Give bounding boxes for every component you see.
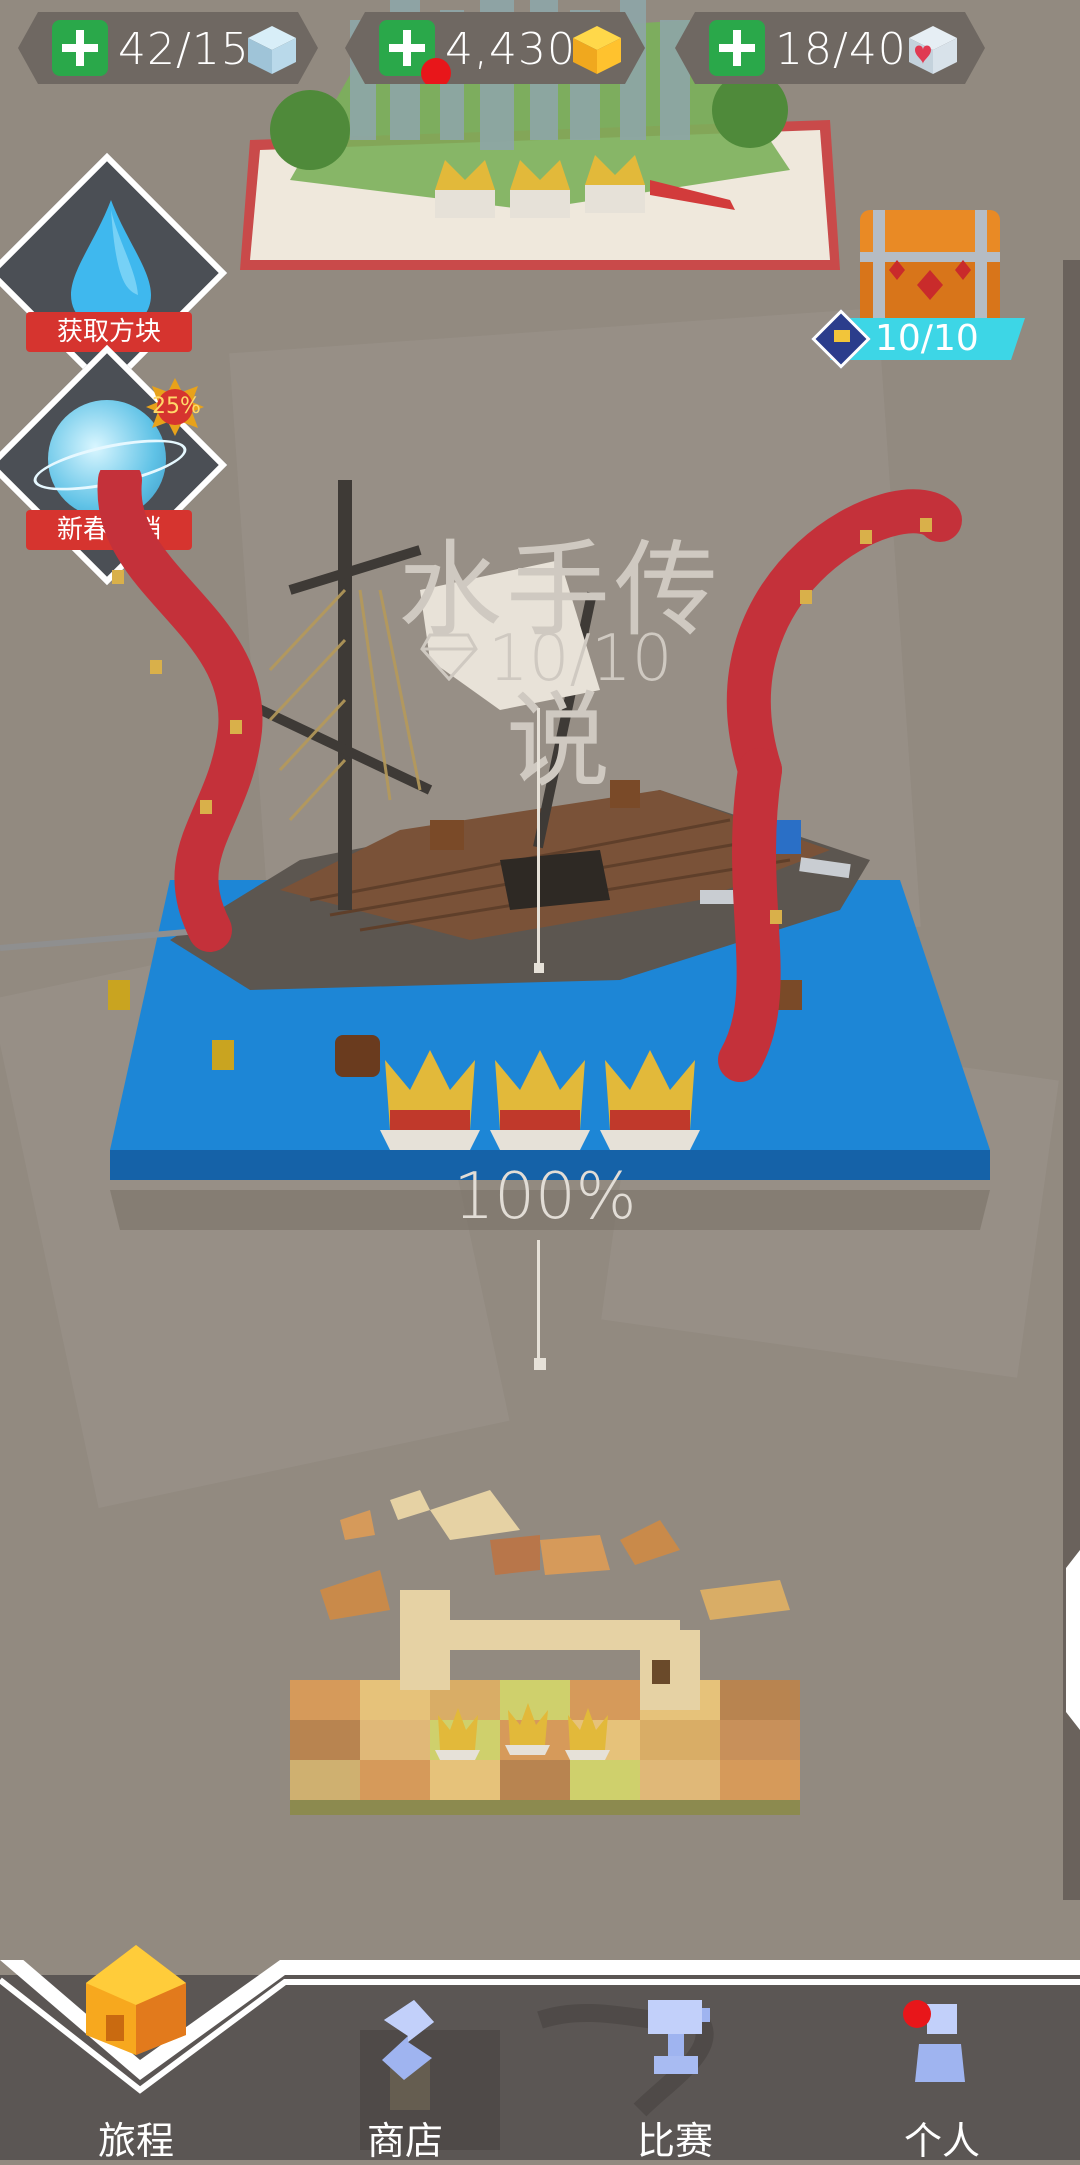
desert-island-image[interactable] — [280, 1480, 820, 1820]
house-icon — [86, 1945, 186, 2055]
trophy-icon — [648, 2000, 710, 2074]
diamond-icon — [420, 633, 478, 681]
side-scroll-handle[interactable] — [1066, 1550, 1080, 1730]
progress-node — [534, 963, 544, 973]
blocks-count: 42/15 — [118, 24, 250, 75]
progress-line-top — [537, 708, 540, 973]
nav-profile[interactable]: 个人 — [862, 2110, 1022, 2165]
crown-icon — [834, 330, 850, 342]
progress-node — [534, 1358, 546, 1370]
nav-contest[interactable]: 比赛 — [595, 2110, 755, 2165]
add-blocks-button[interactable] — [52, 20, 108, 76]
treasure-chest-icon[interactable] — [855, 200, 1005, 330]
nav-shop[interactable]: 商店 — [325, 2110, 485, 2165]
shop-icon — [382, 2000, 434, 2080]
hearts-counter: 18/40 — [675, 12, 985, 84]
progress-line-bottom — [537, 1240, 540, 1358]
discount-badge-text: 25% — [152, 394, 201, 419]
gold-cube-icon — [571, 24, 623, 76]
chest-progress-text: 10/10 — [875, 318, 979, 359]
ice-cube-icon — [246, 24, 298, 76]
coins-counter: 4,430 — [345, 12, 645, 84]
heart-cube-icon — [907, 24, 959, 76]
blocks-counter: 42/15 — [18, 12, 318, 84]
nav-journey[interactable]: 旅程 — [56, 2110, 216, 2165]
profile-notification-dot — [903, 2000, 931, 2028]
level-completion: 100% — [453, 1160, 637, 1234]
add-hearts-button[interactable] — [709, 20, 765, 76]
level-gem-count: 10/10 — [488, 622, 673, 696]
coins-count: 4,430 — [445, 24, 576, 75]
hearts-count: 18/40 — [775, 24, 907, 75]
water-drop-icon — [71, 200, 151, 330]
